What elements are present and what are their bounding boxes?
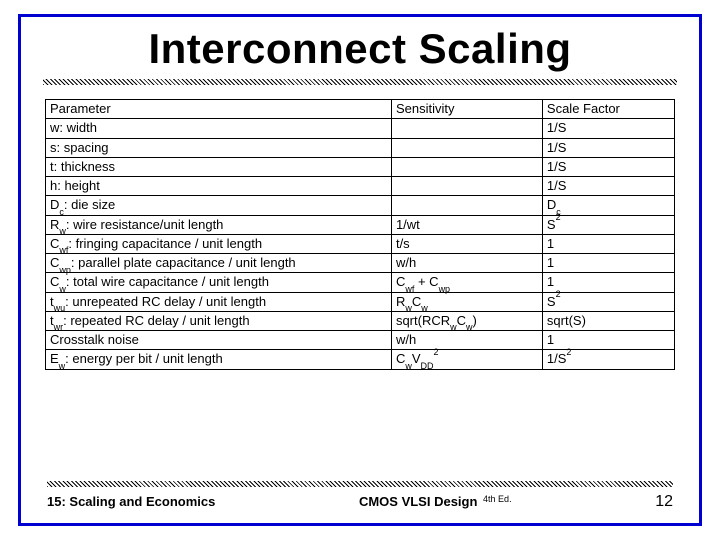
table-row: Cw: total wire capacitance / unit length… bbox=[46, 273, 675, 292]
table-cell: Rw: wire resistance/unit length bbox=[46, 215, 392, 234]
table-cell: S2 bbox=[542, 215, 674, 234]
table-cell: 1/S bbox=[542, 157, 674, 176]
table-cell: 1/S2 bbox=[542, 350, 674, 369]
table-cell bbox=[391, 119, 542, 138]
table-cell: t: thickness bbox=[46, 157, 392, 176]
table-cell: w/h bbox=[391, 331, 542, 350]
table-row: Cwp: parallel plate capacitance / unit l… bbox=[46, 254, 675, 273]
table-row: Dc: die size Dc bbox=[46, 196, 675, 215]
table-cell: 1/wt bbox=[391, 215, 542, 234]
table-cell: 1/S bbox=[542, 138, 674, 157]
table-cell: 1 bbox=[542, 331, 674, 350]
table-row: s: spacing 1/S bbox=[46, 138, 675, 157]
table-cell: Dc bbox=[542, 196, 674, 215]
slide-footer: 15: Scaling and Economics CMOS VLSI Desi… bbox=[21, 481, 699, 511]
slide-frame: Interconnect Scaling ParameterSensitivit… bbox=[18, 14, 702, 526]
table-cell: Cw: total wire capacitance / unit length bbox=[46, 273, 392, 292]
slide-title: Interconnect Scaling bbox=[21, 25, 699, 73]
table-cell: S2 bbox=[542, 292, 674, 311]
table-cell: 1/S bbox=[542, 177, 674, 196]
table-cell bbox=[391, 177, 542, 196]
table-cell: Cwf: fringing capacitance / unit length bbox=[46, 234, 392, 253]
table-cell: t/s bbox=[391, 234, 542, 253]
table-row: t: thickness 1/S bbox=[46, 157, 675, 176]
table-row: h: height 1/S bbox=[46, 177, 675, 196]
footer-chapter: 15: Scaling and Economics bbox=[47, 494, 215, 509]
table-cell: w/h bbox=[391, 254, 542, 273]
table-cell: Cwp: parallel plate capacitance / unit l… bbox=[46, 254, 392, 273]
scaling-table: ParameterSensitivityScale Factorw: width… bbox=[45, 99, 675, 370]
table-cell: Dc: die size bbox=[46, 196, 392, 215]
table-cell: sqrt(S) bbox=[542, 311, 674, 330]
table-cell: s: spacing bbox=[46, 138, 392, 157]
table-cell: 1 bbox=[542, 234, 674, 253]
table-cell: h: height bbox=[46, 177, 392, 196]
table-cell: RwCw bbox=[391, 292, 542, 311]
table-row: Cwf: fringing capacitance / unit lengtht… bbox=[46, 234, 675, 253]
footer-divider bbox=[47, 481, 673, 487]
table-cell bbox=[391, 157, 542, 176]
footer-book-title: CMOS VLSI Design bbox=[359, 494, 477, 509]
table-cell: 1/S bbox=[542, 119, 674, 138]
table-row: w: width 1/S bbox=[46, 119, 675, 138]
table-cell: 1 bbox=[542, 273, 674, 292]
table-cell bbox=[391, 196, 542, 215]
table-cell: Ew: energy per bit / unit length bbox=[46, 350, 392, 369]
table-cell: w: width bbox=[46, 119, 392, 138]
table-header-row: ParameterSensitivityScale Factor bbox=[46, 100, 675, 119]
table-row: twr: repeated RC delay / unit lengthsqrt… bbox=[46, 311, 675, 330]
table-cell: sqrt(RCRwCw) bbox=[391, 311, 542, 330]
table-header-cell: Scale Factor bbox=[542, 100, 674, 119]
table-header-cell: Parameter bbox=[46, 100, 392, 119]
table-row: twu: unrepeated RC delay / unit lengthRw… bbox=[46, 292, 675, 311]
footer-row: 15: Scaling and Economics CMOS VLSI Desi… bbox=[47, 493, 673, 511]
table-cell: Crosstalk noise bbox=[46, 331, 392, 350]
table-cell: twu: unrepeated RC delay / unit length bbox=[46, 292, 392, 311]
table-row: Crosstalk noisew/h1 bbox=[46, 331, 675, 350]
footer-page-number: 12 bbox=[655, 493, 673, 511]
table-header-cell: Sensitivity bbox=[391, 100, 542, 119]
title-divider bbox=[43, 79, 677, 85]
footer-edition: 4th Ed. bbox=[483, 494, 512, 504]
table-row: Ew: energy per bit / unit lengthCwVDD21/… bbox=[46, 350, 675, 369]
table-cell: twr: repeated RC delay / unit length bbox=[46, 311, 392, 330]
table-cell: CwVDD2 bbox=[391, 350, 542, 369]
footer-book: CMOS VLSI Design 4th Ed. bbox=[359, 494, 512, 509]
table-cell: Cwf + Cwp bbox=[391, 273, 542, 292]
table-cell bbox=[391, 138, 542, 157]
scaling-table-wrap: ParameterSensitivityScale Factorw: width… bbox=[45, 99, 675, 370]
table-row: Rw: wire resistance/unit length1/wtS2 bbox=[46, 215, 675, 234]
table-cell: 1 bbox=[542, 254, 674, 273]
